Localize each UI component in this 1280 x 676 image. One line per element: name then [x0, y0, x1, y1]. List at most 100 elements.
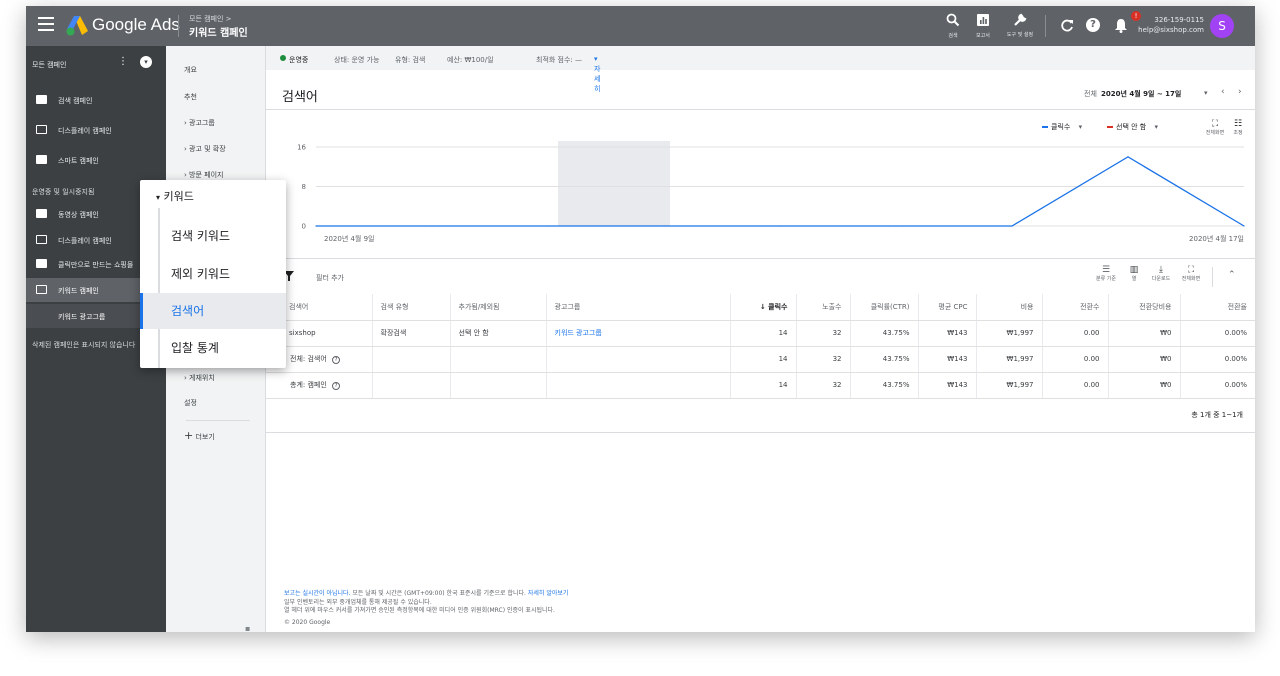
next-period-icon[interactable]: › [1238, 87, 1242, 97]
data-point [895, 225, 897, 227]
col-ctr[interactable]: 클릭률(CTR) [850, 294, 919, 321]
divider [266, 432, 1255, 433]
refresh-icon[interactable] [1061, 19, 1074, 32]
col-conv-rate[interactable]: 전환율 [1180, 294, 1255, 321]
realtime-link[interactable]: 보고는 실시간이 아닙니다. [284, 590, 350, 597]
data-point [547, 225, 549, 227]
breadcrumb-parent[interactable]: 모든 캠페인 > [189, 14, 232, 24]
section-label: 운영중 및 일시중지됨 [32, 188, 95, 196]
nav-search-campaign[interactable]: 검색 캠페인 [26, 88, 166, 112]
menu-adgroups[interactable]: › 광고그룹 [184, 118, 215, 128]
add-filter-button[interactable]: 필터 추가 [316, 273, 344, 283]
help-icon[interactable]: ? [332, 356, 341, 364]
more-vert-icon[interactable]: ⋮ [118, 56, 128, 67]
cell-empty [450, 372, 547, 399]
cell-text: sixshop [289, 329, 316, 337]
opt-score-label: 최적화 점수: — [536, 56, 583, 64]
columns-icon: ▥ [1129, 265, 1139, 275]
menu-placements-label: 게재위치 [189, 374, 215, 382]
col-label: 클릭수 [768, 302, 788, 311]
search-campaign-icon [36, 285, 47, 294]
col-clicks[interactable]: ↓ 클릭수 [730, 294, 797, 321]
submenu-search-keywords[interactable]: 검색 키워드 [140, 218, 286, 254]
menu-landing-pages[interactable]: › 방문 페이지 [184, 170, 223, 180]
col-cost-per-conv[interactable]: 전환당비용 [1108, 294, 1181, 321]
menu-ads-extensions[interactable]: › 광고 및 확장 [184, 144, 226, 154]
all-campaigns-label[interactable]: 모든 캠페인 [32, 60, 66, 70]
cell-text: 총계: 캠페인 [290, 381, 327, 389]
nav-smart-campaign[interactable]: 스마트 캠페인 [26, 148, 166, 172]
col-added-excluded[interactable]: 추가됨/제외됨 [450, 294, 547, 321]
menu-placements[interactable]: › 게재위치 [184, 373, 215, 383]
cell-cost-per-conv: ₩0 [1108, 320, 1181, 347]
sort-arrow-icon: ↓ [759, 302, 769, 311]
nav-item-label: 동영상 캠페인 [58, 211, 99, 219]
date-range-value[interactable]: 2020년 4월 9일 ~ 17일 [1101, 89, 1181, 99]
table-fullscreen-button[interactable]: ⛶ 전체화면 [1177, 265, 1205, 282]
submenu-auction-insights[interactable]: 입찰 통계 [140, 330, 286, 366]
nav-item-label: 키워드 캠페인 [58, 287, 99, 295]
tools-settings[interactable]: 도구 및 설정 [1006, 12, 1034, 38]
chevron-down-icon[interactable]: ▾ [140, 56, 152, 68]
y-tick-label: 0 [302, 223, 306, 231]
cell-empty [450, 346, 547, 373]
smart-campaign-icon [36, 155, 47, 164]
collapse-chevron-icon[interactable]: ⌃ [1228, 270, 1236, 280]
cell-empty [372, 372, 451, 399]
reports-tool[interactable]: 보고서 [976, 12, 990, 39]
menu-recommendations[interactable]: 추천 [184, 92, 197, 102]
menu-overview[interactable]: 개요 [184, 65, 197, 75]
col-cost[interactable]: 비용 [976, 294, 1043, 321]
menu-settings[interactable]: 설정 [184, 398, 197, 408]
download-button[interactable]: ⤓ 다운로드 [1149, 265, 1173, 282]
learn-more-link[interactable]: 자세히 알아보기 [528, 590, 569, 597]
search-tool[interactable]: 검색 [946, 12, 960, 39]
clicks-series-line [316, 156, 1245, 227]
col-conversions[interactable]: 전환수 [1042, 294, 1109, 321]
budget-label[interactable]: 예산: ₩100/일 [447, 55, 494, 65]
details-link[interactable]: 자세히 ▾ [594, 55, 600, 93]
feedback-icon[interactable]: ▪ [245, 624, 250, 632]
avatar[interactable]: S [1210, 14, 1234, 38]
menu-more[interactable]: + 더보기 [184, 429, 215, 442]
menu-landing-label: 방문 페이지 [189, 171, 224, 179]
google-ads-logo-icon [66, 16, 88, 36]
cell-impressions: 32 [796, 372, 851, 399]
help-icon[interactable]: ? [332, 382, 341, 390]
cell-cost: ₩1,997 [976, 346, 1043, 373]
prev-period-icon[interactable]: ‹ [1221, 87, 1225, 97]
cell-conversions: 0.00 [1042, 346, 1109, 373]
status-dot [280, 55, 286, 61]
col-impressions[interactable]: 노출수 [796, 294, 851, 321]
x-tick-label: 2020년 4월 17일 [1189, 234, 1244, 243]
data-point [663, 225, 665, 227]
cell-added-excluded[interactable]: 선택 안 함 [450, 320, 547, 347]
col-match-type[interactable]: 검색 유형 [372, 294, 451, 321]
submenu-search-terms[interactable]: 검색어 [140, 293, 286, 329]
clicks-line-chart: 0 8 16 2020년 4월 9일 2020년 4월 17일 [297, 141, 1245, 243]
col-ad-group[interactable]: 광고그룹 [546, 294, 731, 321]
segment-button[interactable]: ☰ 분류 기준 [1094, 265, 1118, 282]
type-label: 유형: 검색 [395, 56, 426, 64]
data-point [315, 225, 317, 227]
pagination-summary: 총 1개 중 1~1개 [1191, 411, 1243, 419]
cell-cost: ₩1,997 [976, 320, 1043, 347]
account-info[interactable]: 326-159-0115 help@sixshop.com [1118, 15, 1204, 35]
columns-button[interactable]: ▥ 열 [1122, 265, 1146, 282]
brand-name[interactable]: Google Ads [92, 15, 180, 35]
nav-item-label: 검색 캠페인 [58, 97, 93, 105]
status-label[interactable]: 운영중 [289, 55, 308, 65]
submenu-negative-keywords[interactable]: 제외 키워드 [140, 256, 286, 292]
data-point [1011, 225, 1013, 227]
footer-line-2: 일부 인벤토리는 외부 중개업체를 통해 제공될 수 있습니다. [284, 598, 432, 606]
hamburger-menu-icon[interactable] [38, 17, 54, 31]
cell-empty [546, 346, 731, 373]
help-icon[interactable]: ? [1086, 18, 1100, 32]
col-avg-cpc[interactable]: 평균 CPC [918, 294, 977, 321]
segment-icon: ☰ [1101, 265, 1111, 275]
submenu-header[interactable]: ▾ 키워드 [156, 188, 194, 204]
search-terms-table: 검색어 검색 유형 추가됨/제외됨 광고그룹 ↓ 클릭수 노출수 클릭률(CTR… [266, 294, 1255, 399]
date-range-dropdown-icon[interactable]: ▾ [1204, 89, 1208, 97]
nav-display-campaign[interactable]: 디스플레이 캠페인 [26, 118, 166, 142]
cell-ad-group-link[interactable]: 키워드 광고그룹 [546, 320, 731, 347]
